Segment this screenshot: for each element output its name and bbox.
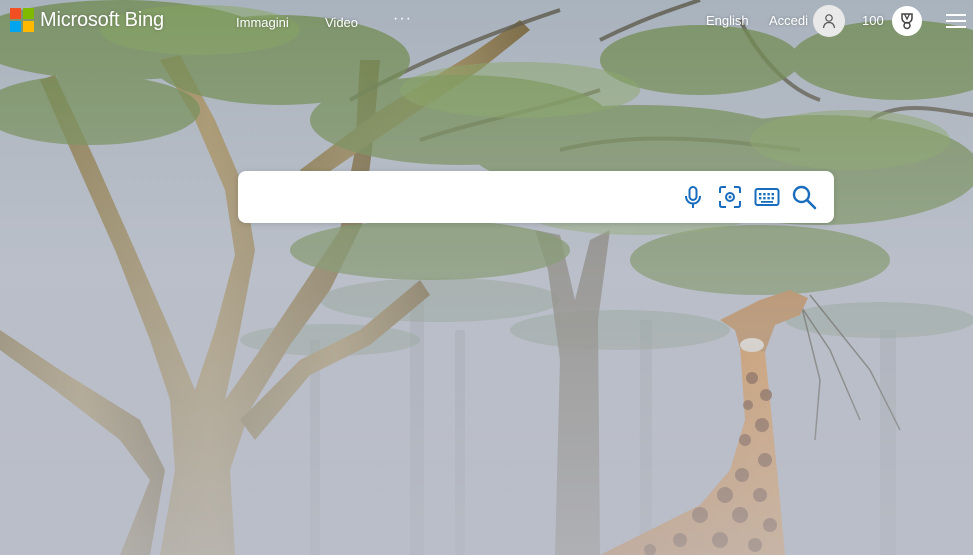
keyboard-button[interactable] (754, 184, 780, 210)
search-icon (792, 185, 817, 210)
brand-name: Microsoft Bing (40, 8, 164, 31)
search-input[interactable] (252, 181, 676, 215)
rewards-trophy-icon (901, 13, 913, 30)
nav-video-link[interactable]: Video (325, 15, 358, 30)
search-box (238, 171, 834, 223)
microsoft-logo-icon (10, 8, 34, 32)
top-bar: Microsoft Bing Immagini Video ··· Englis… (0, 0, 973, 44)
microphone-icon (685, 186, 701, 208)
bing-logo[interactable]: Microsoft Bing (10, 8, 164, 32)
sign-in-link[interactable]: Accedi (769, 13, 808, 28)
visual-search-button[interactable] (717, 184, 743, 210)
language-link[interactable]: English (706, 13, 749, 28)
background-image (0, 0, 973, 555)
user-avatar-button[interactable] (813, 5, 845, 37)
hamburger-menu-icon[interactable] (945, 10, 967, 32)
nav-images-link[interactable]: Immagini (236, 15, 289, 30)
rewards-button[interactable] (892, 6, 922, 36)
search-submit-button[interactable] (791, 184, 817, 210)
voice-search-button[interactable] (680, 184, 706, 210)
visual-search-icon (719, 186, 741, 208)
user-icon (822, 14, 836, 29)
rewards-points[interactable]: 100 (862, 13, 884, 28)
keyboard-icon (754, 188, 780, 206)
more-menu-button[interactable]: ··· (393, 10, 412, 28)
